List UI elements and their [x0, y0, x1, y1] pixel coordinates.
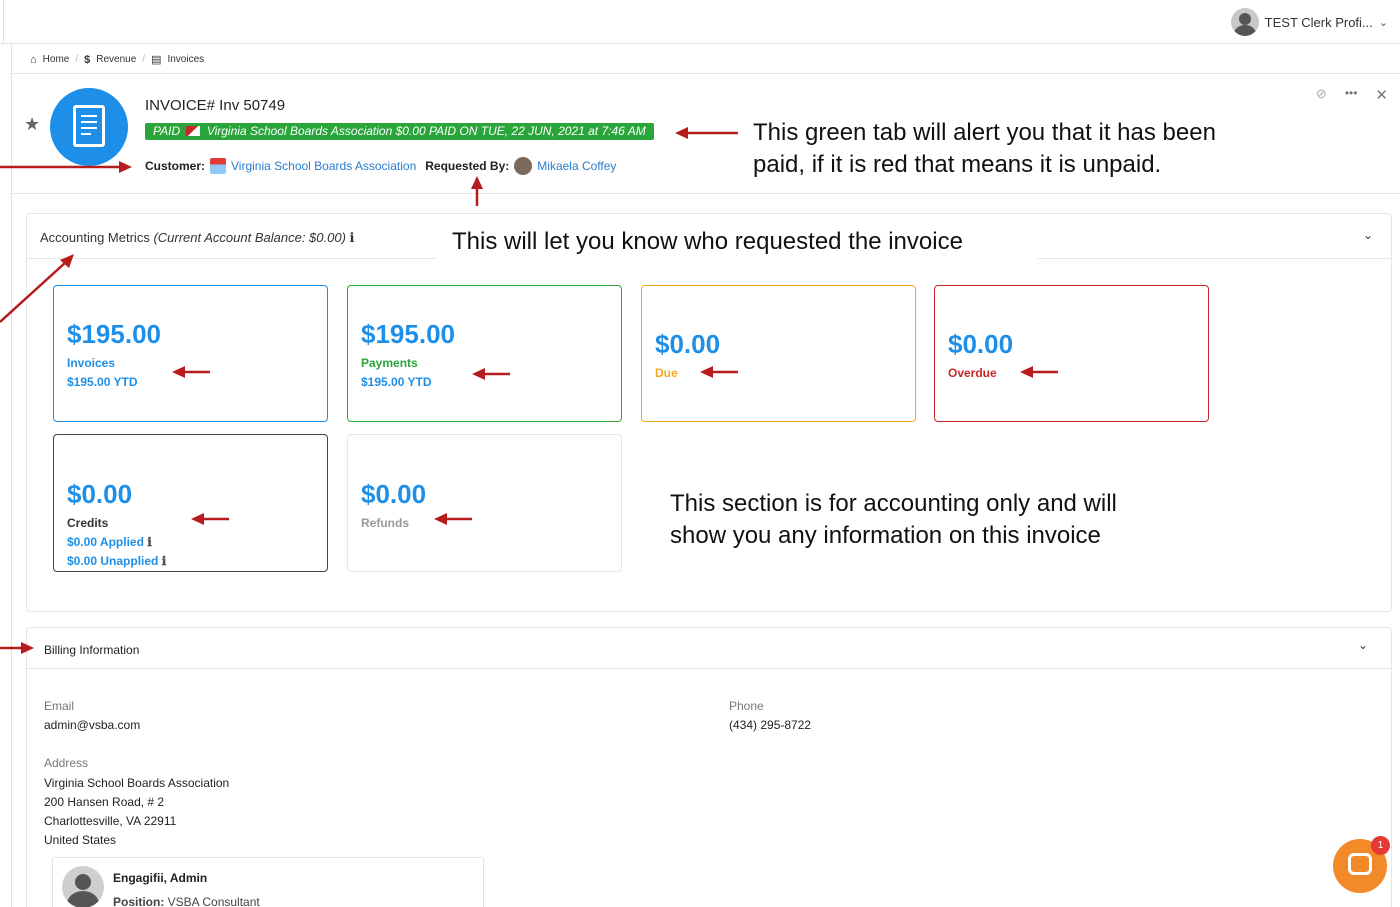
credits-applied: $0.00 Applied ℹ [67, 535, 152, 549]
customer-row: Customer: Virginia School Boards Associa… [145, 157, 616, 175]
breadcrumb-separator: / [75, 54, 79, 65]
header-actions: ⊘ ••• ✕ [1316, 86, 1388, 104]
chevron-down-icon: ⌄ [1378, 16, 1388, 29]
invoices-metric[interactable]: $195.00 Invoices $195.00 YTD [53, 285, 328, 422]
accounting-metrics-heading[interactable]: Accounting Metrics (Current Account Bala… [40, 230, 355, 246]
paid-note-line-2: paid, if it is red that means it is unpa… [753, 151, 1162, 178]
breadcrumb-invoices[interactable]: Invoices [167, 54, 204, 65]
credits-applied-text: $0.00 Applied [67, 535, 144, 549]
address-line: Charlottesville, VA 22911 [44, 814, 177, 828]
user-menu-label: TEST Clerk Profi... [1264, 14, 1373, 30]
due-amount: $0.00 [655, 329, 721, 359]
payments-amount: $195.00 [361, 319, 455, 349]
email-label: Email [44, 699, 75, 713]
status-badge: PAID Virginia School Boards Association … [145, 123, 654, 140]
customer-label: Customer: [145, 159, 206, 173]
section-note: This section is for accounting only and … [670, 488, 1117, 552]
refunds-label: Refunds [361, 516, 409, 530]
info-icon[interactable]: ℹ [162, 554, 167, 568]
status-badge-text: Virginia School Boards Association $0.00… [206, 124, 646, 138]
credits-label: Credits [67, 516, 109, 530]
paid-note: This green tab will alert you that it ha… [753, 117, 1216, 181]
invoice-icon: ▤ [151, 54, 162, 66]
metrics-heading-text: Accounting Metrics [40, 230, 150, 245]
section-note-line-1: This section is for accounting only and … [670, 490, 1117, 517]
contact-position-value: VSBA Consultant [167, 895, 260, 907]
breadcrumb-separator: / [142, 54, 146, 65]
user-avatar-icon [1230, 8, 1259, 36]
contact-position-label: Position: [113, 895, 165, 907]
breadcrumb: ⌂ Home / $ Revenue / ▤ Invoices [30, 53, 204, 67]
invoices-label: Invoices [67, 356, 116, 370]
overdue-label: Overdue [948, 366, 997, 380]
requester-avatar [514, 157, 533, 175]
left-edge [0, 0, 4, 44]
phone-label: Phone [729, 699, 764, 713]
close-icon[interactable]: ✕ [1375, 86, 1388, 104]
divider [1038, 258, 1392, 259]
more-icon[interactable]: ••• [1345, 86, 1358, 104]
breadcrumb-home[interactable]: Home [43, 54, 70, 65]
info-icon[interactable]: ℹ [350, 230, 355, 245]
home-icon: ⌂ [30, 53, 37, 66]
credits-metric[interactable]: $0.00 Credits $0.00 Applied ℹ $0.00 Unap… [53, 434, 328, 572]
due-label: Due [655, 366, 678, 380]
email-value: admin@vsba.com [44, 718, 141, 732]
address-line: United States [44, 833, 117, 847]
chat-badge: 1 [1371, 836, 1390, 855]
due-metric[interactable]: $0.00 Due [641, 285, 916, 422]
info-icon[interactable]: ℹ [147, 535, 152, 549]
refunds-amount: $0.00 [361, 479, 427, 509]
paid-note-line-1: This green tab will alert you that it ha… [753, 119, 1216, 146]
overdue-amount: $0.00 [948, 329, 1014, 359]
address-label: Address [44, 756, 89, 770]
contact-position: Position: VSBA Consultant [113, 895, 260, 907]
chevron-down-icon[interactable]: ⌄ [1363, 228, 1373, 242]
invoices-ytd: $195.00 YTD [67, 375, 138, 389]
chevron-down-icon[interactable]: ⌄ [1358, 638, 1368, 652]
chat-icon [1348, 853, 1372, 875]
customer-link[interactable]: Virginia School Boards Association [231, 159, 416, 173]
star-icon[interactable]: ★ [24, 114, 40, 135]
address-line: Virginia School Boards Association [44, 776, 230, 790]
billing-information-heading[interactable]: Billing Information [44, 643, 139, 657]
overdue-metric[interactable]: $0.00 Overdue [934, 285, 1209, 422]
contact-name: Engagifii, Admin [113, 871, 208, 885]
refunds-metric[interactable]: $0.00 Refunds [347, 434, 622, 572]
dollar-icon: $ [84, 53, 91, 66]
top-bar: TEST Clerk Profi... ⌄ [0, 0, 1400, 44]
requester-link[interactable]: Mikaela Coffey [537, 159, 616, 173]
credits-amount: $0.00 [67, 479, 133, 509]
payments-ytd: $195.00 YTD [361, 375, 432, 389]
customer-logo-icon [186, 126, 201, 136]
address-value: Virginia School Boards Association 200 H… [44, 774, 229, 850]
divider [26, 258, 436, 259]
hide-icon[interactable]: ⊘ [1316, 86, 1327, 104]
address-line: 200 Hansen Road, # 2 [44, 795, 165, 809]
invoice-receipt-icon [50, 88, 128, 166]
divider [26, 668, 1392, 669]
status-badge-prefix: PAID [153, 124, 181, 138]
section-note-line-2: show you any information on this invoice [670, 522, 1101, 549]
credits-unapplied: $0.00 Unapplied ℹ [67, 554, 166, 568]
invoices-amount: $195.00 [67, 319, 161, 349]
invoice-title: INVOICE# Inv 50749 [145, 97, 286, 114]
requested-note: This will let you know who requested the… [452, 228, 963, 255]
left-rail [0, 44, 12, 907]
current-balance: (Current Account Balance: $0.00) [153, 230, 346, 245]
credits-unapplied-text: $0.00 Unapplied [67, 554, 159, 568]
user-menu[interactable]: TEST Clerk Profi... ⌄ [1230, 8, 1388, 36]
phone-value: (434) 295-8722 [729, 718, 812, 732]
breadcrumb-revenue[interactable]: Revenue [96, 54, 136, 65]
contact-avatar-icon [62, 866, 104, 907]
customer-logo-icon [210, 158, 227, 174]
payments-label: Payments [361, 356, 418, 370]
requested-by-label: Requested By: [425, 159, 510, 173]
payments-metric[interactable]: $195.00 Payments $195.00 YTD [347, 285, 622, 422]
